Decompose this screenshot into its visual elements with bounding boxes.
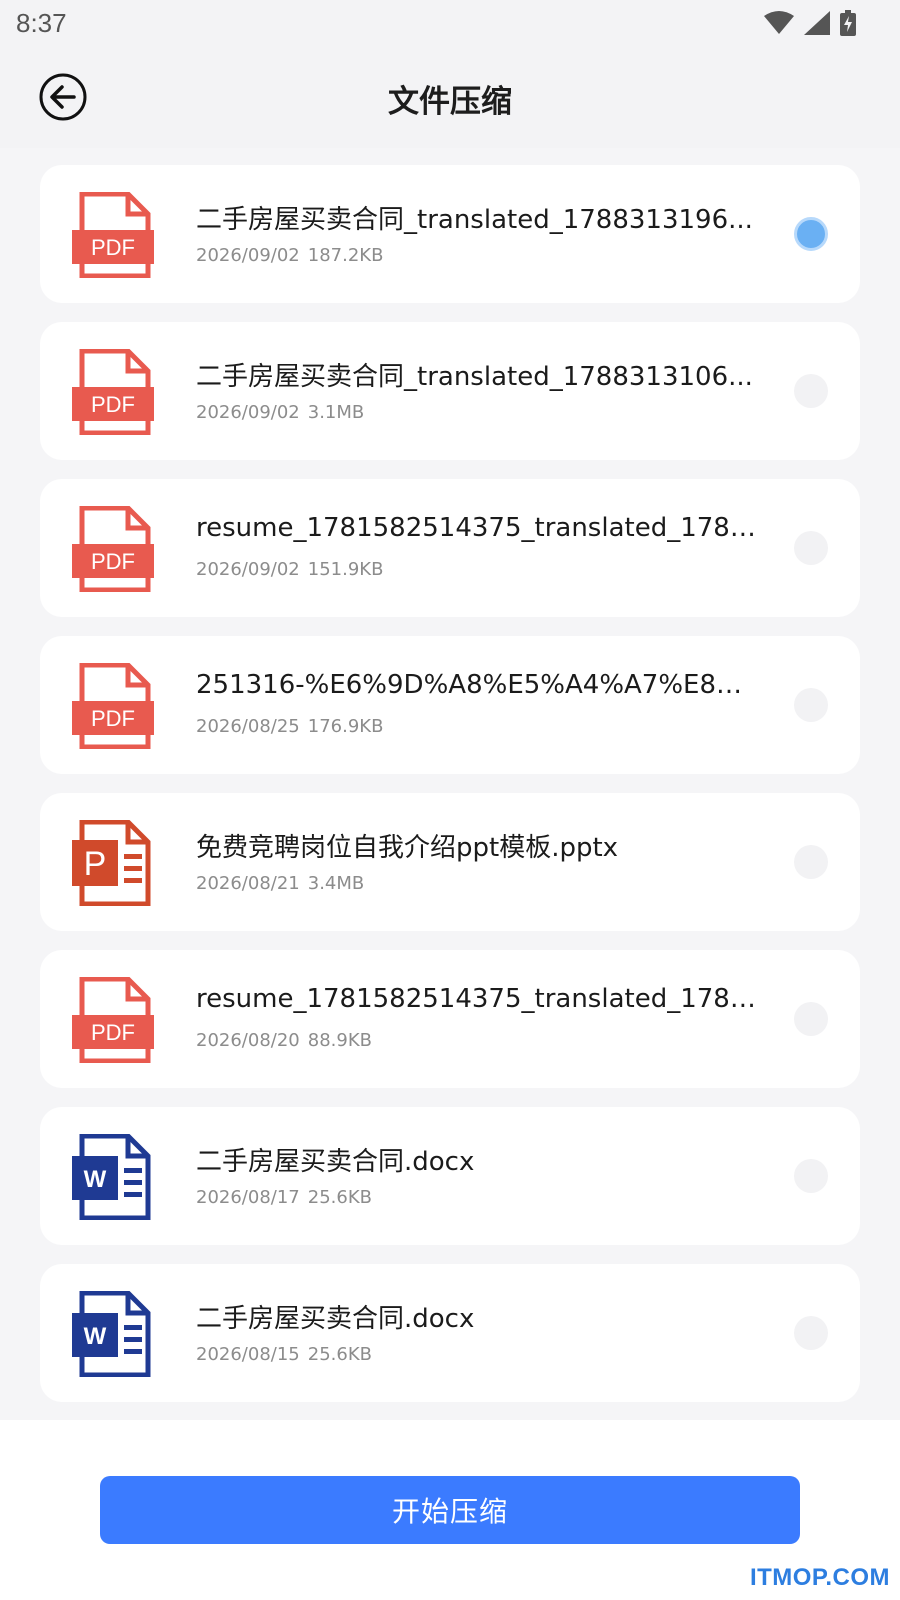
file-meta: 2026/09/02 3.1MB [196, 402, 364, 423]
file-item[interactable]: PDF 251316-%E6%9D%A8%E5%A4%A7%E8%B6... 2… [40, 636, 860, 774]
svg-text:P: P [84, 845, 107, 883]
file-size: 25.6KB [307, 1187, 372, 1208]
file-item[interactable]: PDF 二手房屋买卖合同_translated_1788313106... 20… [40, 322, 860, 460]
file-item[interactable]: PDF resume_1781582514375_translated_1785… [40, 950, 860, 1088]
file-size: 88.9KB [307, 1030, 372, 1051]
file-size: 187.2KB [307, 245, 384, 266]
file-date: 2026/09/02 [196, 245, 300, 266]
signal-icon [804, 11, 830, 35]
select-radio[interactable] [794, 688, 828, 722]
page-title: 文件压缩 [388, 84, 512, 120]
file-size: 3.1MB [307, 402, 365, 423]
file-name: 二手房屋买卖合同_translated_1788313196... [196, 205, 753, 235]
svg-text:PDF: PDF [91, 706, 135, 731]
pdf-file-icon: PDF [72, 506, 154, 592]
file-item[interactable]: P 免费竞聘岗位自我介绍ppt模板.pptx 2026/08/21 3.4MB [40, 793, 860, 931]
file-item[interactable]: W 二手房屋买卖合同.docx 2026/08/17 25.6KB [40, 1107, 860, 1245]
pdf-file-icon: PDF [72, 349, 154, 435]
pdf-file-icon: PDF [72, 663, 154, 749]
file-date: 2026/08/20 [196, 1030, 300, 1051]
svg-text:W: W [84, 1323, 107, 1350]
word-file-icon: W [72, 1291, 151, 1377]
file-name: 251316-%E6%9D%A8%E5%A4%A7%E8%B6... [196, 670, 756, 700]
file-list: PDF 二手房屋买卖合同_translated_1788313196... 20… [0, 148, 900, 1420]
select-radio[interactable] [794, 531, 828, 565]
file-name: 二手房屋买卖合同_translated_1788313106... [196, 362, 753, 392]
word-file-icon: W [72, 1134, 151, 1220]
wifi-icon [764, 11, 794, 34]
file-date: 2026/09/02 [196, 559, 300, 580]
select-radio[interactable] [794, 845, 828, 879]
select-radio[interactable] [794, 374, 828, 408]
svg-text:PDF: PDF [91, 392, 135, 417]
file-item[interactable]: PDF resume_1781582514375_translated_1785… [40, 479, 860, 617]
pdf-file-icon: PDF [72, 977, 154, 1063]
status-icons [764, 10, 856, 36]
file-size: 176.9KB [307, 716, 384, 737]
file-name: resume_1781582514375_translated_17853... [196, 984, 756, 1014]
svg-text:W: W [84, 1166, 107, 1193]
file-date: 2026/08/17 [196, 1187, 300, 1208]
file-meta: 2026/08/25 176.9KB [196, 716, 383, 737]
status-time: 8:37 [16, 8, 67, 38]
select-radio[interactable] [794, 1316, 828, 1350]
file-meta: 2026/08/17 25.6KB [196, 1187, 372, 1208]
battery-charging-icon [840, 10, 856, 36]
file-date: 2026/09/02 [196, 402, 300, 423]
file-size: 151.9KB [307, 559, 384, 580]
file-size: 3.4MB [307, 873, 365, 894]
file-date: 2026/08/15 [196, 1344, 300, 1365]
file-meta: 2026/08/21 3.4MB [196, 873, 364, 894]
file-name: resume_1781582514375_translated_17853... [196, 513, 756, 543]
pdf-file-icon: PDF [72, 192, 154, 278]
app-header: 文件压缩 [0, 50, 900, 148]
file-meta: 2026/08/15 25.6KB [196, 1344, 372, 1365]
file-meta: 2026/08/20 88.9KB [196, 1030, 372, 1051]
start-compress-button[interactable]: 开始压缩 [100, 1476, 800, 1544]
file-item[interactable]: PDF 二手房屋买卖合同_translated_1788313196... 20… [40, 165, 860, 303]
file-meta: 2026/09/02 187.2KB [196, 245, 383, 266]
file-item[interactable]: W 二手房屋买卖合同.docx 2026/08/15 25.6KB [40, 1264, 860, 1402]
select-radio[interactable] [794, 217, 828, 251]
ppt-file-icon: P [72, 820, 151, 906]
file-size: 25.6KB [307, 1344, 372, 1365]
svg-text:PDF: PDF [91, 235, 135, 260]
file-meta: 2026/09/02 151.9KB [196, 559, 383, 580]
svg-text:PDF: PDF [91, 1020, 135, 1045]
file-name: 二手房屋买卖合同.docx [196, 1147, 475, 1177]
file-name: 免费竞聘岗位自我介绍ppt模板.pptx [196, 833, 619, 863]
file-name: 二手房屋买卖合同.docx [196, 1304, 475, 1334]
file-date: 2026/08/25 [196, 716, 300, 737]
file-date: 2026/08/21 [196, 873, 300, 894]
watermark: ITMOP.COM [749, 1564, 890, 1591]
select-radio[interactable] [794, 1002, 828, 1036]
bottom-action-bar: 开始压缩 ITMOP.COM [0, 1420, 900, 1600]
select-radio[interactable] [794, 1159, 828, 1193]
status-bar: 8:37 [0, 0, 900, 50]
svg-text:PDF: PDF [91, 549, 135, 574]
